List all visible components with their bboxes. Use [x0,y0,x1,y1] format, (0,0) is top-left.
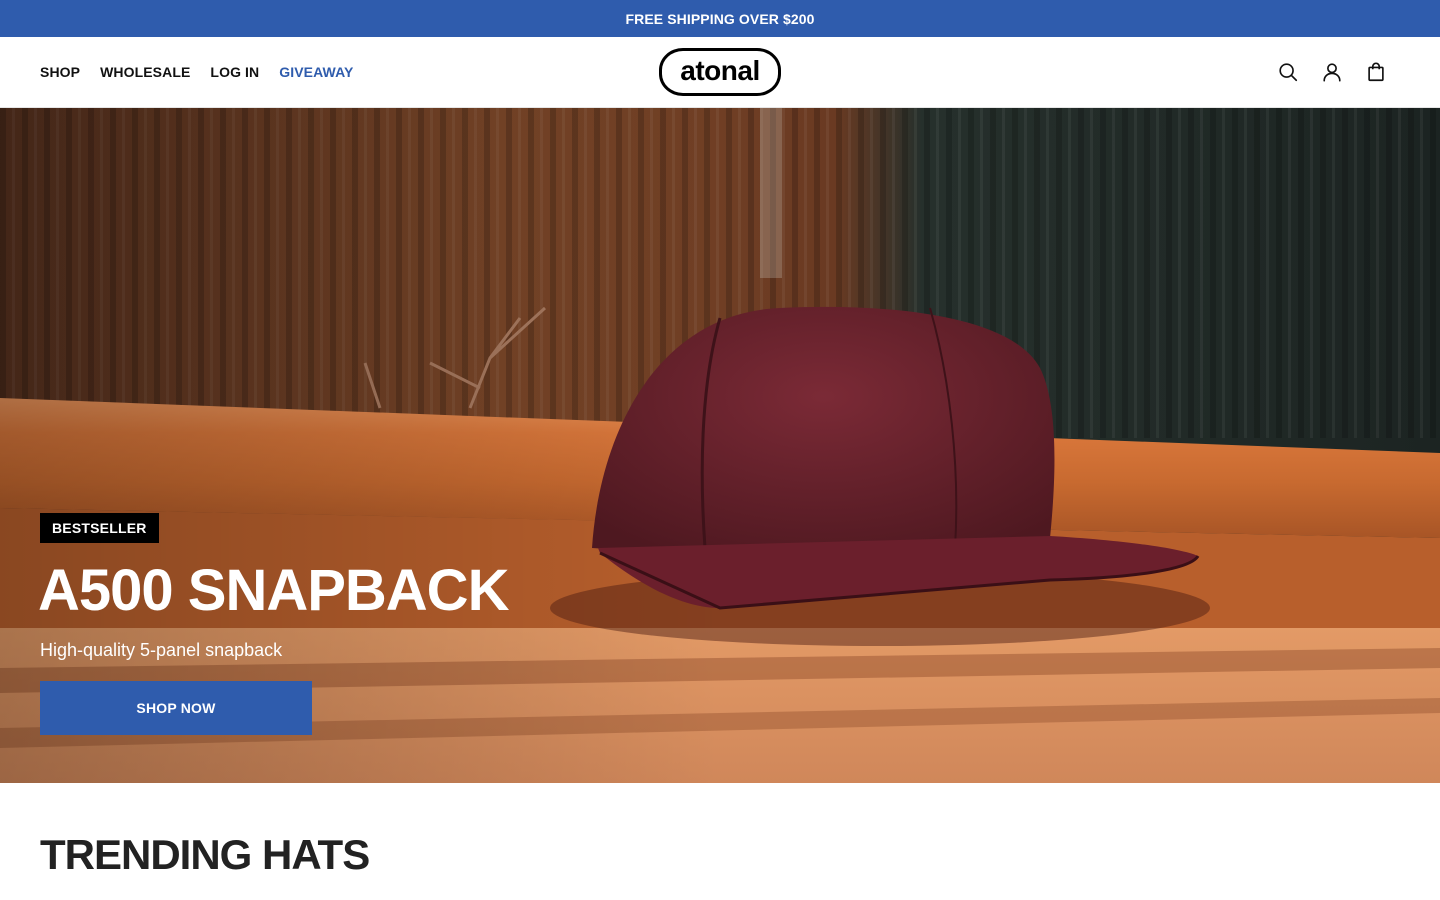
cart-icon[interactable] [1364,60,1388,84]
site-header: SHOP WHOLESALE LOG IN GIVEAWAY atonal [0,37,1440,108]
nav-wholesale[interactable]: WHOLESALE [100,64,190,80]
brand-logo[interactable]: atonal [659,48,781,96]
shop-now-label: SHOP NOW [136,700,216,716]
brand-logo-text: atonal [680,55,760,86]
hero-banner: BESTSELLER A500 SNAPBACK High-quality 5-… [0,108,1440,783]
shop-now-button[interactable]: SHOP NOW [40,681,312,735]
nav-login[interactable]: LOG IN [210,64,259,80]
announcement-text: FREE SHIPPING OVER $200 [625,10,815,27]
hero-subtitle: High-quality 5-panel snapback [40,640,283,660]
bestseller-badge: BESTSELLER [40,513,159,543]
section-title: TRENDING HATS [40,831,370,878]
account-icon[interactable] [1320,60,1344,84]
search-icon[interactable] [1276,60,1300,84]
hero-title: A500 SNAPBACK [38,558,509,623]
badge-label: BESTSELLER [52,520,147,536]
nav-shop[interactable]: SHOP [40,64,80,80]
announcement-bar: FREE SHIPPING OVER $200 [0,0,1440,37]
main-nav: SHOP WHOLESALE LOG IN GIVEAWAY [40,37,373,107]
header-icons [1256,37,1388,107]
nav-giveaway[interactable]: GIVEAWAY [279,64,353,80]
